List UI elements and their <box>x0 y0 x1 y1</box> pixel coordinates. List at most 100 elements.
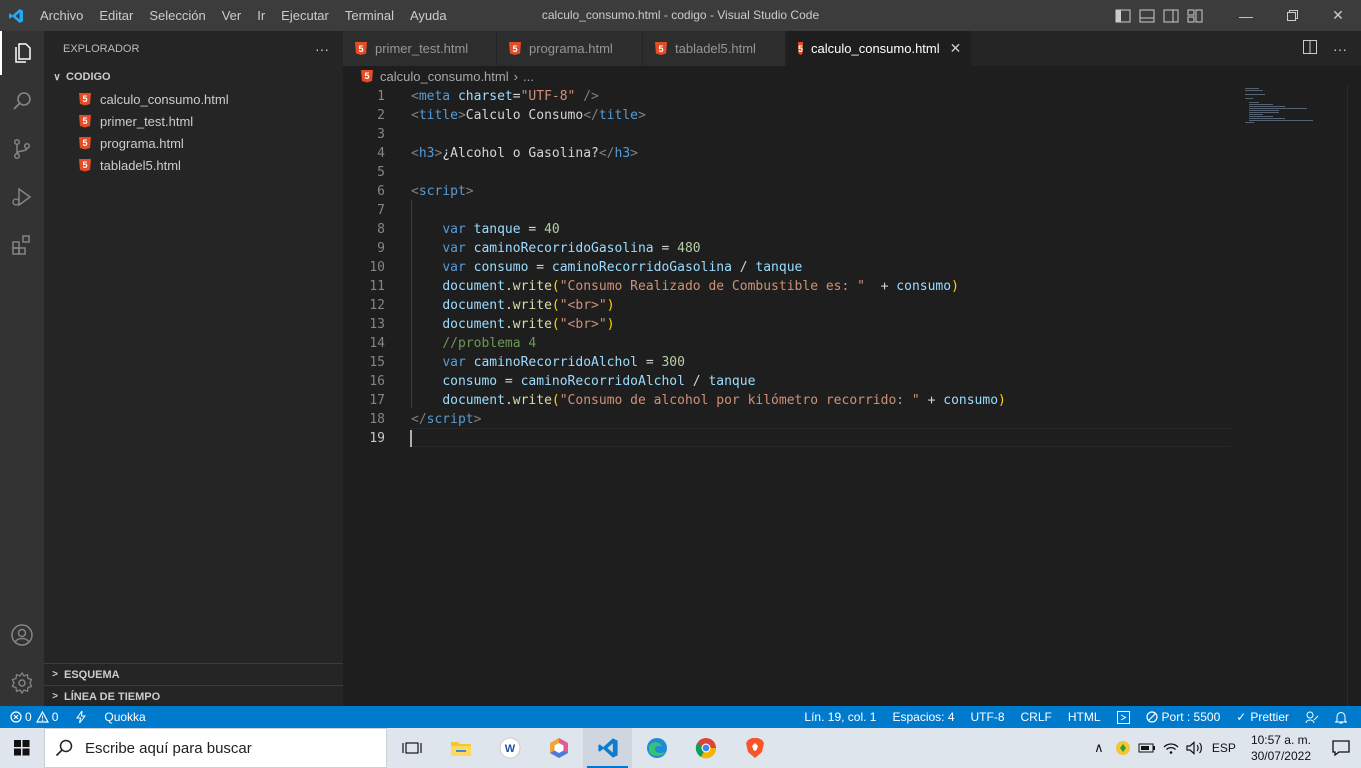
split-editor-icon[interactable] <box>1303 40 1317 57</box>
code-token: tanque <box>473 222 521 237</box>
code-token: ( <box>551 317 560 332</box>
tray-expand-icon[interactable]: ∧ <box>1087 740 1111 756</box>
file-tabladel5[interactable]: 5 tabladel5.html <box>44 154 343 176</box>
breadcrumb-file[interactable]: calculo_consumo.html <box>380 69 509 84</box>
editor-scrollbar[interactable] <box>1347 86 1361 706</box>
run-debug-icon[interactable] <box>0 175 44 219</box>
live-server-port[interactable]: Port : 5500 <box>1138 706 1229 728</box>
extensions-icon[interactable] <box>0 223 44 267</box>
line-number: 5 <box>377 165 385 180</box>
code-token: caminoRecorridoAlchol <box>520 374 685 389</box>
eol-status[interactable]: CRLF <box>1013 706 1060 728</box>
prettier-label: Prettier <box>1250 710 1289 724</box>
vscode-logo-icon[interactable] <box>2 0 30 31</box>
customize-layout-icon[interactable] <box>1187 8 1203 24</box>
menu-ir[interactable]: Ir <box>249 0 273 31</box>
encoding-status[interactable]: UTF-8 <box>963 706 1013 728</box>
lightning-icon[interactable] <box>66 706 94 728</box>
wifi-icon[interactable] <box>1159 741 1183 755</box>
timeline-section[interactable]: > LÍNEA DE TIEMPO <box>44 685 343 707</box>
language-mode[interactable]: HTML <box>1060 706 1109 728</box>
minimap[interactable] <box>1239 86 1349 706</box>
code-line: 6 <script> <box>343 182 1233 201</box>
menu-ver[interactable]: Ver <box>214 0 250 31</box>
code-token: </ <box>598 146 615 161</box>
tab-tabladel5[interactable]: 5 tabladel5.html <box>643 31 786 66</box>
quokka-status[interactable]: Quokka <box>94 706 153 728</box>
code-token: > <box>465 184 474 199</box>
brave-browser-icon[interactable] <box>730 728 779 768</box>
restore-button[interactable] <box>1269 0 1315 31</box>
search-icon[interactable] <box>0 79 44 123</box>
accounts-icon[interactable] <box>0 613 44 657</box>
menu-editar[interactable]: Editar <box>91 0 141 31</box>
chevron-right-icon: > <box>52 691 58 702</box>
more-actions-icon[interactable]: ··· <box>315 41 329 57</box>
folder-codigo[interactable]: ∨ CODIGO <box>44 66 343 88</box>
code-token: caminoRecorridoGasolina <box>473 241 654 256</box>
line-number: 10 <box>369 260 385 275</box>
line-number: 15 <box>369 355 385 370</box>
edge-browser-icon[interactable] <box>632 728 681 768</box>
close-tab-icon[interactable]: ✕ <box>950 40 962 57</box>
toggle-sidebar-icon[interactable] <box>1115 8 1131 24</box>
menu-archivo[interactable]: Archivo <box>32 0 91 31</box>
code-token: 480 <box>677 241 701 256</box>
indentation-status[interactable]: Espacios: 4 <box>884 706 962 728</box>
problems-indicator[interactable]: 0 0 <box>0 706 66 728</box>
windows-start-button[interactable] <box>0 728 44 768</box>
code-text: <meta charset="UTF-8" /> <box>411 87 599 106</box>
cursor-position[interactable]: Lín. 19, col. 1 <box>796 706 884 728</box>
feedback-icon[interactable] <box>1297 706 1327 728</box>
code-text: consumo = caminoRecorridoAlchol / tanque <box>411 372 755 391</box>
tab-calculo-consumo[interactable]: 5 calculo_consumo.html ✕ <box>786 31 972 66</box>
notifications-bell-icon[interactable] <box>1327 706 1355 728</box>
braces-icon[interactable] <box>1109 706 1138 728</box>
minimize-button[interactable]: — <box>1223 0 1269 31</box>
file-explorer-icon[interactable] <box>436 728 485 768</box>
code-text: document.write("Consumo Realizado de Com… <box>411 277 959 296</box>
notification-center-icon[interactable] <box>1321 740 1361 756</box>
outline-section[interactable]: > ESQUEMA <box>44 663 343 685</box>
close-window-button[interactable]: ✕ <box>1315 0 1361 31</box>
battery-icon[interactable] <box>1135 742 1159 754</box>
task-view-icon[interactable] <box>387 728 436 768</box>
volume-icon[interactable] <box>1183 741 1207 755</box>
file-programa[interactable]: 5 programa.html <box>44 132 343 154</box>
taskbar-search-box[interactable]: Escribe aquí para buscar <box>44 728 387 768</box>
explorer-icon[interactable] <box>0 31 44 75</box>
breadcrumb-more[interactable]: ... <box>523 69 534 84</box>
toggle-panel-icon[interactable] <box>1139 8 1155 24</box>
tab-programa[interactable]: 5 programa.html <box>497 31 643 66</box>
menu-terminal[interactable]: Terminal <box>337 0 402 31</box>
app-w-icon[interactable]: W <box>485 728 534 768</box>
toggle-secondary-sidebar-icon[interactable] <box>1163 8 1179 24</box>
editor-more-actions-icon[interactable]: ··· <box>1333 41 1347 57</box>
chrome-browser-icon[interactable] <box>681 728 730 768</box>
code-line: 18 </script> <box>343 410 1233 429</box>
prettier-status[interactable]: ✓ Prettier <box>1228 706 1297 728</box>
code-token: = <box>653 241 678 256</box>
hexagon-app-icon[interactable] <box>534 728 583 768</box>
code-token: charset <box>457 89 513 104</box>
port-label: Port : 5500 <box>1161 710 1221 724</box>
code-text: var caminoRecorridoAlchol = 300 <box>411 353 685 372</box>
file-calculo-consumo[interactable]: 5 calculo_consumo.html <box>44 88 343 110</box>
input-language[interactable]: ESP <box>1207 741 1241 755</box>
tab-primer-test[interactable]: 5 primer_test.html <box>343 31 497 66</box>
menu-seleccion[interactable]: Selección <box>141 0 213 31</box>
tray-app-icon[interactable] <box>1111 740 1135 756</box>
file-primer-test[interactable]: 5 primer_test.html <box>44 110 343 132</box>
code-text: document.write("<br>") <box>411 296 614 315</box>
taskbar-clock[interactable]: 10:57 a. m. 30/07/2022 <box>1251 732 1311 764</box>
vscode-taskbar-icon[interactable] <box>583 728 632 768</box>
menu-ejecutar[interactable]: Ejecutar <box>273 0 337 31</box>
menu-ayuda[interactable]: Ayuda <box>402 0 455 31</box>
settings-gear-icon[interactable] <box>0 661 44 705</box>
code-editor[interactable]: 1 <meta charset="UTF-8" /> 2 <title>Calculo… <box>343 86 1361 706</box>
source-control-icon[interactable] <box>0 127 44 171</box>
